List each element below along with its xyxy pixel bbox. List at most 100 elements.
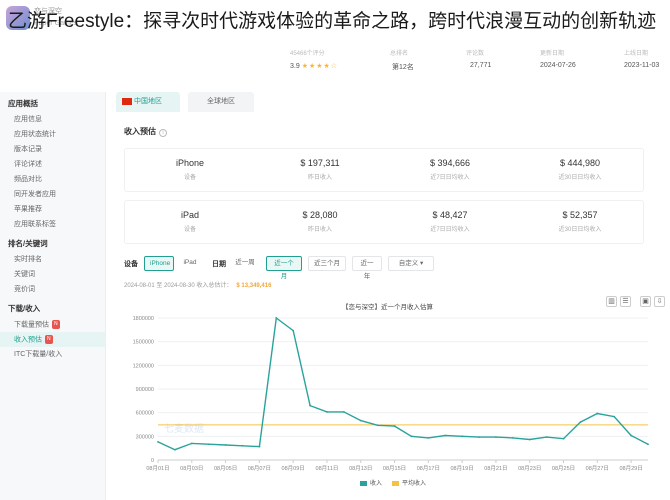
device-filter-label: 设备 xyxy=(124,261,138,268)
chart-svg: 0 300000 600000 900000 1200000 1500000 1800000… xyxy=(133,316,649,487)
meta-updated: 2024-07-26 xyxy=(540,62,576,69)
revenue-point xyxy=(309,404,311,407)
x-tick-label: 08月11日 xyxy=(316,465,339,472)
device-cell: iPad 设备 xyxy=(180,210,199,233)
revenue-point xyxy=(190,442,193,445)
x-tick-label: 08月27日 xyxy=(586,465,609,472)
tab-global-region[interactable]: 全球地区 xyxy=(188,92,254,112)
last30-revenue: $ 52,357 近30日日均收入 xyxy=(558,210,602,233)
meta-reviews: 27,771 xyxy=(470,62,492,69)
meta-rating: 3.9 ★★★★☆ xyxy=(290,63,339,70)
sidebar: 应用概括 应用信息 应用状态统计 版本记录 评论详述 频品对比 同开发者应用 苹… xyxy=(0,92,106,500)
revenue-point xyxy=(545,436,548,439)
device-chip-ipad[interactable]: iPad xyxy=(178,256,202,271)
revenue-point xyxy=(647,443,649,446)
info-icon[interactable]: i xyxy=(159,129,167,137)
new-badge: N xyxy=(45,335,53,344)
y-tick-label: 900000 xyxy=(136,387,154,393)
x-tick-label: 08月29日 xyxy=(619,465,642,472)
revenue-point xyxy=(427,437,430,439)
x-tick-label: 08月21日 xyxy=(484,465,507,472)
sidebar-item-tags[interactable]: 应用联系标签 xyxy=(0,217,105,232)
y-tick-label: 0 xyxy=(151,458,154,464)
legend-label-average: 平均收入 xyxy=(402,479,426,487)
revenue-point xyxy=(444,434,447,437)
y-tick-label: 600000 xyxy=(136,411,154,417)
sidebar-item-app-status[interactable]: 应用状态统计 xyxy=(0,127,105,142)
x-tick-label: 08月25日 xyxy=(552,465,575,472)
last7-revenue: $ 48,427 近7日日均收入 xyxy=(430,210,470,233)
revenue-point xyxy=(461,435,464,438)
revenue-point xyxy=(241,444,244,447)
meta-rank: 第12名 xyxy=(392,64,414,71)
sidebar-item-compare[interactable]: 频品对比 xyxy=(0,172,105,187)
revenue-point xyxy=(258,445,261,448)
revenue-point xyxy=(478,436,480,439)
y-tick-label: 1500000 xyxy=(133,340,154,346)
legend-swatch-average xyxy=(392,481,399,486)
filter-row: 设备 iPhone iPad 日期 近一周 近一个月 近三个月 近一年 自定义 … xyxy=(124,256,664,280)
yesterday-revenue: $ 28,080 昨日收入 xyxy=(302,210,338,233)
revenue-point xyxy=(326,410,328,413)
revenue-point xyxy=(157,440,159,443)
meta-label: 评论数 xyxy=(466,51,485,57)
meta-launched: 2023-11-03 xyxy=(624,62,660,69)
x-tick-label: 08月23日 xyxy=(518,465,541,472)
meta-label: 上线日期 xyxy=(624,51,649,57)
device-cell: iPhone 设备 xyxy=(175,158,205,181)
y-tick-label: 1800000 xyxy=(133,316,154,322)
range-chip-month[interactable]: 近一个月 xyxy=(266,256,302,280)
revenue-point xyxy=(511,437,514,439)
revenue-point xyxy=(292,329,295,332)
y-tick-label: 300000 xyxy=(136,434,154,440)
sidebar-item-bid-words[interactable]: 竞价词 xyxy=(0,282,105,297)
sidebar-item-versions[interactable]: 版本记录 xyxy=(0,142,105,157)
x-tick-label: 08月13日 xyxy=(349,465,372,472)
device-chip-iphone[interactable]: iPhone xyxy=(144,256,174,271)
sidebar-item-same-dev[interactable]: 同开发者应用 xyxy=(0,187,105,202)
x-tick-label: 08月05日 xyxy=(214,465,237,472)
sidebar-item-apple-recommend[interactable]: 苹果推荐 xyxy=(0,202,105,217)
revenue-row-ipad: iPad 设备 $ 28,080 昨日收入 $ 48,427 近7日日均收入 $… xyxy=(124,200,644,244)
date-summary: 2024-08-01 至 2024-08-30 收入总估计： $ 13,349,4… xyxy=(124,283,272,289)
x-tick-label: 08月17日 xyxy=(417,465,440,472)
sidebar-item-itc[interactable]: ITC下载量/收入 xyxy=(0,347,105,362)
sidebar-group-title: 应用概括 xyxy=(8,99,38,108)
legend-label-revenue: 收入 xyxy=(370,479,382,487)
sidebar-item-realtime-rank[interactable]: 实时排名 xyxy=(0,252,105,267)
range-chip-week[interactable]: 近一周 xyxy=(230,256,260,271)
revenue-row-iphone: iPhone 设备 $ 197,311 昨日收入 $ 394,666 近7日日均… xyxy=(124,148,644,192)
china-flag-icon xyxy=(122,98,132,105)
total-revenue: $ 13,349,416 xyxy=(236,283,272,289)
date-filter-label: 日期 xyxy=(212,261,226,268)
meta-label: 总排名 xyxy=(390,51,409,57)
sidebar-item-keywords[interactable]: 关键词 xyxy=(0,267,105,282)
revenue-point xyxy=(173,448,176,451)
x-tick-label: 08月19日 xyxy=(451,465,474,472)
sidebar-group-title: 排名/关键词 xyxy=(8,239,48,248)
last7-revenue: $ 394,666 近7日日均收入 xyxy=(429,158,471,181)
meta-label: 更新日期 xyxy=(540,51,565,57)
last30-revenue: $ 444,980 近30日日均收入 xyxy=(558,158,602,181)
sidebar-item-revenue[interactable]: 收入预估 N xyxy=(0,332,105,347)
sidebar-item-app-info[interactable]: 应用信息 xyxy=(0,112,105,127)
x-tick-label: 08月07日 xyxy=(248,465,271,472)
tab-china-region[interactable]: 中国地区 xyxy=(116,92,180,112)
revenue-point xyxy=(207,443,210,446)
sidebar-item-reviews[interactable]: 评论详述 xyxy=(0,157,105,172)
range-chip-year[interactable]: 近一年 xyxy=(352,256,382,280)
revenue-section-title: 收入预估 i xyxy=(124,126,167,137)
revenue-point xyxy=(528,438,531,441)
legend-swatch-revenue xyxy=(360,481,367,486)
range-custom-dropdown[interactable]: 自定义 ▾ xyxy=(388,256,434,271)
sidebar-item-downloads[interactable]: 下载量预估 N xyxy=(0,317,105,332)
range-chip-3months[interactable]: 近三个月 xyxy=(308,256,346,271)
x-tick-label: 08月03日 xyxy=(180,465,203,472)
main-content: 中国地区 全球地区 收入预估 i iPhone 设备 $ 197,311 昨日收入… xyxy=(112,92,670,500)
yesterday-revenue: $ 197,311 昨日收入 xyxy=(300,158,340,181)
new-badge: N xyxy=(52,320,60,329)
x-tick-label: 08月15日 xyxy=(383,465,406,472)
sidebar-group-title: 下载/收入 xyxy=(8,304,41,313)
revenue-point xyxy=(224,444,227,446)
revenue-point xyxy=(376,424,379,427)
